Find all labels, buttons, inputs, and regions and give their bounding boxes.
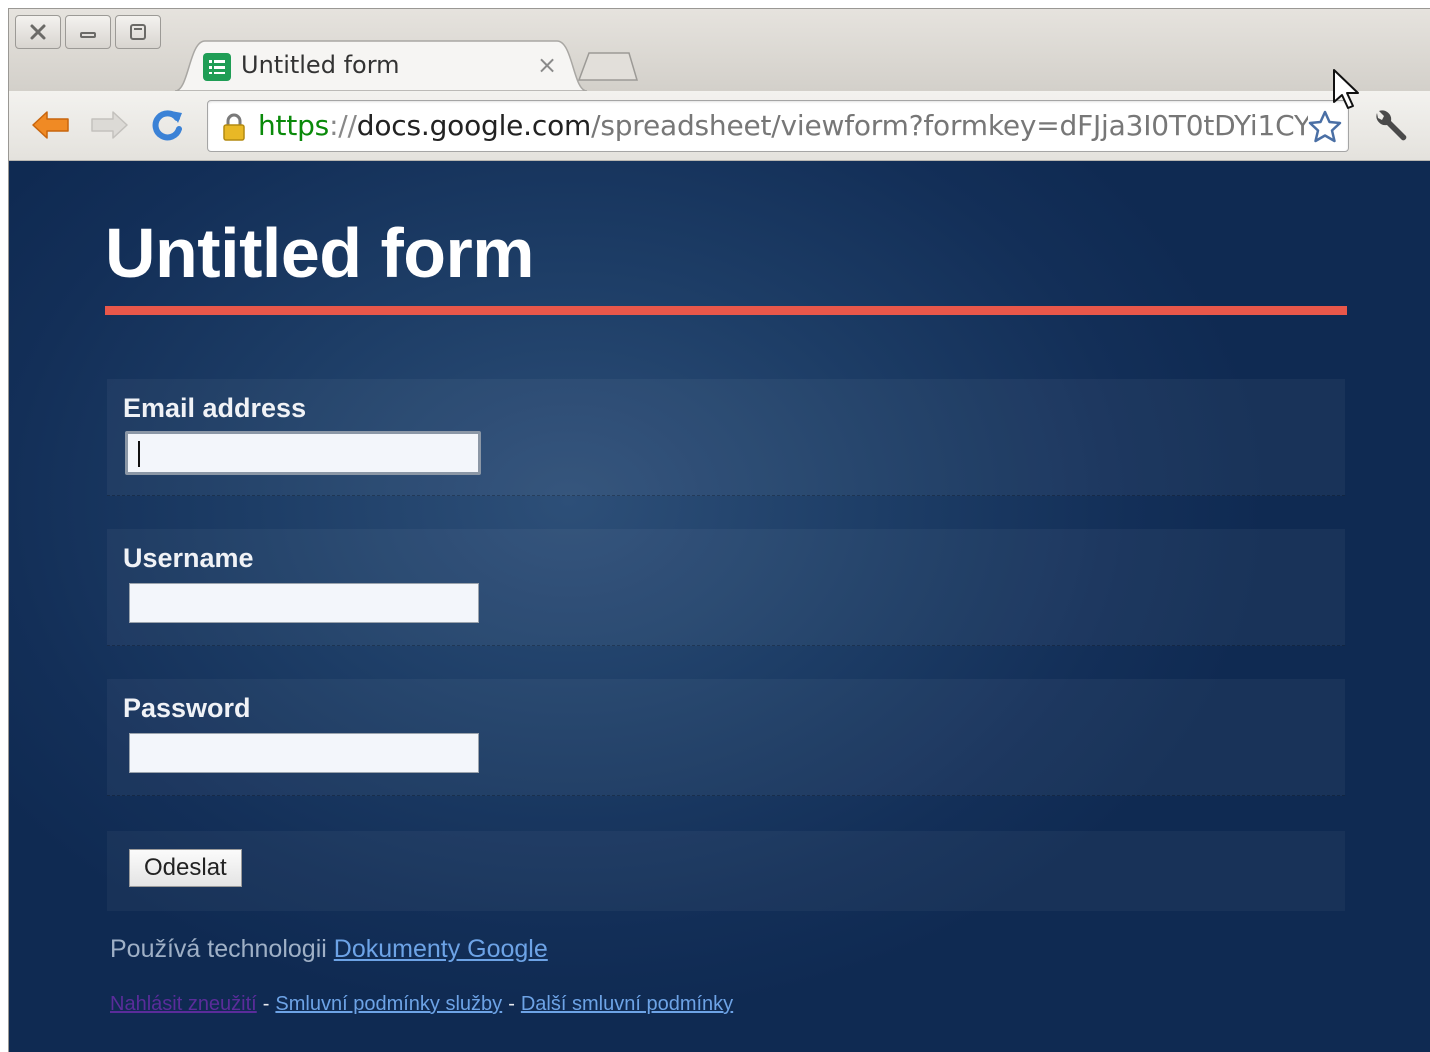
minimize-icon [80,32,96,38]
wrench-icon[interactable] [1369,107,1409,147]
form-title: Untitled form [105,214,535,292]
window-controls [15,15,161,49]
title-divider [105,306,1347,315]
forward-button[interactable] [87,107,131,143]
url-scheme: https [258,109,330,142]
email-label: Email address [123,393,307,423]
form-page: Untitled form Email address Username Pas… [9,161,1430,1052]
url-separator: :// [329,109,357,142]
question-username: Username [107,529,1345,646]
url-host: docs.google.com [356,109,592,142]
tab-close-icon[interactable]: × [537,51,557,79]
close-icon [30,24,46,40]
maximize-window-button[interactable] [115,15,161,49]
question-email: Email address [107,379,1345,496]
additional-terms-link[interactable]: Další smluvní podmínky [521,993,733,1015]
reload-button[interactable] [145,107,189,143]
mouse-cursor-icon [1333,69,1359,109]
terms-of-service-link[interactable]: Smluvní podmínky služby [275,993,502,1015]
powered-text: Používá technologii [110,935,334,963]
tab-title: Untitled form [241,51,400,79]
password-label: Password [123,693,251,723]
powered-by: Používá technologii Dokumenty Google [110,935,548,964]
lock-icon [223,113,245,141]
tab-strip: Untitled form × [9,9,1430,91]
footer-separator: - [262,993,270,1015]
submit-section: Odeslat [107,831,1345,911]
submit-button[interactable]: Odeslat [129,849,242,887]
footer-links: Nahlásit zneužití - Smluvní podmínky služb… [110,993,733,1016]
report-abuse-link[interactable]: Nahlásit zneužití [110,993,257,1015]
browser-toolbar: https://docs.google.com/spreadsheet/view… [9,91,1430,161]
url-path: /spreadsheet/viewform?formkey=dFJja3I0T0… [591,109,1308,142]
username-label: Username [123,543,254,573]
email-input[interactable] [125,431,481,475]
minimize-window-button[interactable] [65,15,111,49]
question-password: Password [107,679,1345,796]
back-button[interactable] [29,107,73,143]
maximize-icon [130,24,146,40]
username-input[interactable] [129,583,479,623]
close-window-button[interactable] [15,15,61,49]
tab-untitled-form[interactable]: Untitled form × [175,39,587,91]
text-caret [138,441,140,467]
google-docs-link[interactable]: Dokumenty Google [334,935,548,963]
password-input[interactable] [129,733,479,773]
reload-icon [152,110,182,141]
browser-window: Untitled form × https://docs.google.com/… [8,8,1430,1052]
back-arrow-icon [32,111,69,139]
star-icon[interactable] [1308,110,1342,144]
address-bar[interactable]: https://docs.google.com/spreadsheet/view… [207,100,1349,152]
forward-arrow-icon [91,111,128,139]
footer-separator: - [508,993,515,1015]
spreadsheet-icon [203,53,231,81]
url-text: https://docs.google.com/spreadsheet/view… [258,109,1308,142]
new-tab-button[interactable] [577,51,639,81]
